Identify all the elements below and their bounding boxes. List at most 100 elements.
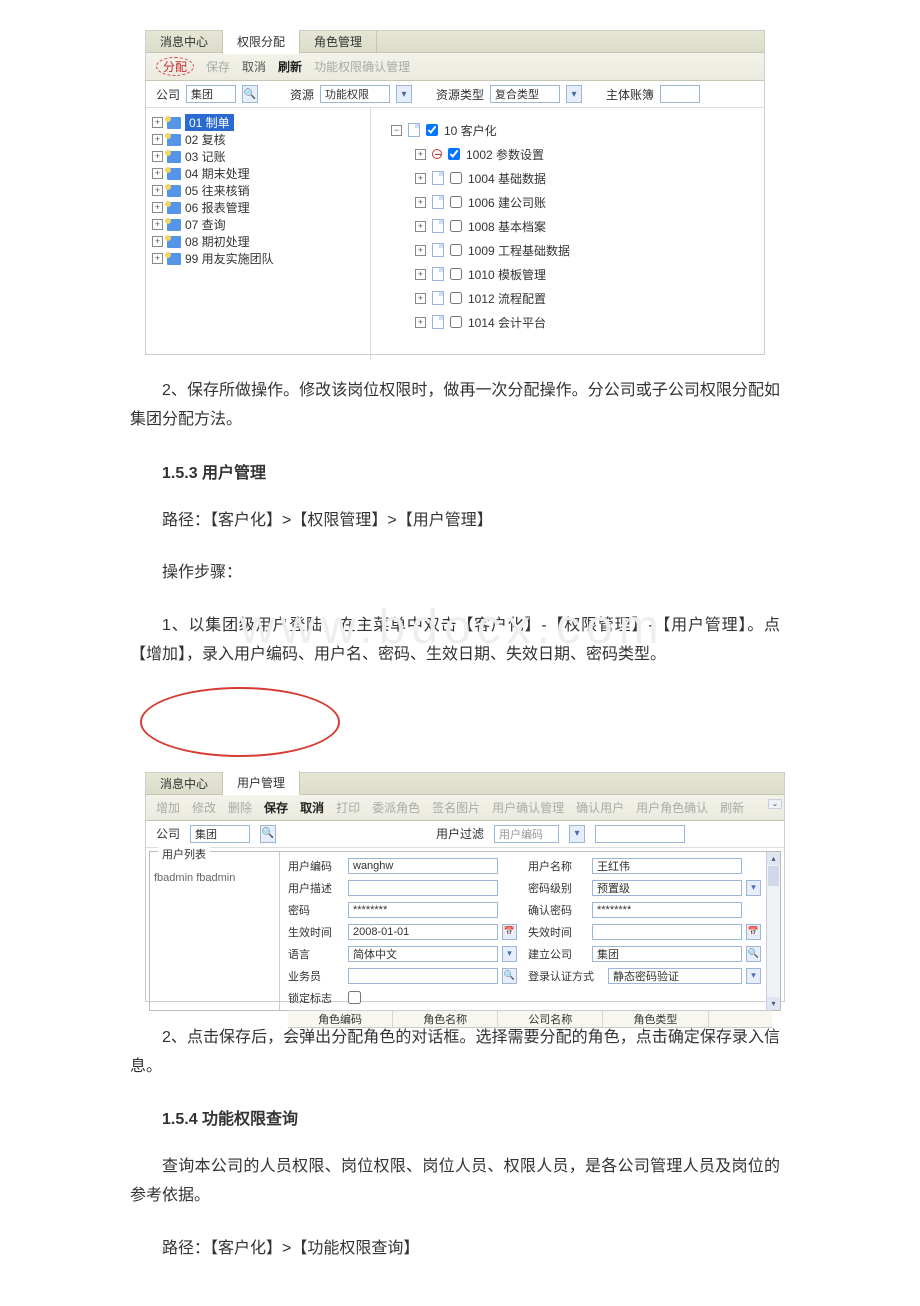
scrollbar[interactable]: ▴ ▾	[766, 852, 780, 1010]
tree-node[interactable]: +1004 基础数据	[415, 166, 744, 190]
company-input[interactable]: 集团	[190, 825, 250, 843]
node-checkbox[interactable]	[450, 196, 462, 208]
refresh-button[interactable]: 刷新	[278, 58, 302, 75]
expand-icon[interactable]: +	[415, 197, 426, 208]
expand-icon[interactable]: +	[152, 117, 163, 128]
search-icon[interactable]	[502, 968, 517, 984]
refresh-button[interactable]: 刷新	[720, 799, 744, 816]
tree-node[interactable]: +1009 工程基础数据	[415, 238, 744, 262]
expand-icon[interactable]: +	[152, 202, 163, 213]
lock-flag-checkbox[interactable]	[348, 991, 361, 1004]
node-checkbox[interactable]	[450, 172, 462, 184]
user-name-input[interactable]: 王红伟	[592, 858, 742, 874]
tree-node[interactable]: +1012 流程配置	[415, 286, 744, 310]
tree-node[interactable]: +06 报表管理	[152, 199, 364, 216]
node-checkbox[interactable]	[450, 220, 462, 232]
tab-role-mgmt[interactable]: 角色管理	[300, 30, 377, 53]
expand-icon[interactable]: +	[415, 293, 426, 304]
save-button[interactable]: 保存	[206, 58, 230, 75]
expire-time-input[interactable]	[592, 924, 742, 940]
assign-role-button[interactable]: 委派角色	[372, 799, 420, 816]
tree-node[interactable]: +1014 会计平台	[415, 310, 744, 334]
create-corp-input[interactable]: 集团	[592, 946, 742, 962]
expand-icon[interactable]: +	[152, 185, 163, 196]
calendar-icon[interactable]	[746, 924, 761, 940]
expand-icon[interactable]: +	[415, 149, 426, 160]
node-checkbox[interactable]	[426, 124, 438, 136]
chevron-down-icon[interactable]	[566, 85, 582, 103]
tab-user-mgmt[interactable]: 用户管理	[223, 771, 300, 795]
tree-node[interactable]: +1002 参数设置	[415, 142, 744, 166]
user-filter-select[interactable]: 用户编码	[494, 825, 559, 843]
tree-node[interactable]: +03 记账	[152, 148, 364, 165]
user-code-input[interactable]: wanghw	[348, 858, 498, 874]
tab-message-center[interactable]: 消息中心	[146, 30, 223, 53]
tree-node[interactable]: +04 期末处理	[152, 165, 364, 182]
user-confirm-mgr-button[interactable]: 用户确认管理	[492, 799, 564, 816]
print-button[interactable]: 打印	[336, 799, 360, 816]
sign-img-button[interactable]: 签名图片	[432, 799, 480, 816]
ledger-input[interactable]	[660, 85, 700, 103]
expand-icon[interactable]: +	[415, 269, 426, 280]
tree-node[interactable]: +1008 基本档案	[415, 214, 744, 238]
func-confirm-button[interactable]: 功能权限确认管理	[314, 58, 410, 75]
biz-person-input[interactable]	[348, 968, 498, 984]
expand-icon[interactable]: +	[152, 168, 163, 179]
password-input[interactable]: ********	[348, 902, 498, 918]
search-icon[interactable]: 🔍	[242, 85, 258, 103]
node-checkbox[interactable]	[450, 316, 462, 328]
resource-select[interactable]: 功能权限	[320, 85, 390, 103]
expand-icon[interactable]: +	[415, 317, 426, 328]
expand-icon[interactable]: +	[152, 134, 163, 145]
user-role-confirm-button[interactable]: 用户角色确认	[636, 799, 708, 816]
chevron-down-icon[interactable]	[396, 85, 412, 103]
list-item[interactable]: fbadmin fbadmin	[154, 872, 275, 884]
tree-node[interactable]: +01 制单	[152, 114, 364, 131]
delete-button[interactable]: 删除	[228, 799, 252, 816]
expand-icon[interactable]: +	[152, 219, 163, 230]
scroll-up-icon[interactable]: ▴	[767, 852, 780, 865]
expand-icon[interactable]: +	[152, 236, 163, 247]
effective-time-input[interactable]: 2008-01-01	[348, 924, 498, 940]
expand-icon[interactable]: +	[415, 221, 426, 232]
search-icon[interactable]: 🔍	[260, 825, 276, 843]
expand-icon[interactable]: +	[415, 245, 426, 256]
chevron-down-icon[interactable]	[746, 968, 761, 984]
cancel-button[interactable]: 取消	[242, 58, 266, 75]
node-checkbox[interactable]	[448, 148, 460, 160]
calendar-icon[interactable]	[502, 924, 517, 940]
tree-node[interactable]: +02 复核	[152, 131, 364, 148]
chevron-down-icon[interactable]	[746, 880, 761, 896]
tree-node[interactable]: +1006 建公司账	[415, 190, 744, 214]
tree-node[interactable]: +05 往来核销	[152, 182, 364, 199]
tab-message-center[interactable]: 消息中心	[146, 772, 223, 795]
user-filter-input[interactable]	[595, 825, 685, 843]
confirm-pwd-input[interactable]: ********	[592, 902, 742, 918]
pwd-level-select[interactable]: 预置级	[592, 880, 742, 896]
collapse-icon[interactable]: ⌄	[768, 799, 782, 809]
edit-button[interactable]: 修改	[192, 799, 216, 816]
chevron-down-icon[interactable]	[569, 825, 585, 843]
tree-node[interactable]: +07 查询	[152, 216, 364, 233]
expand-icon[interactable]: +	[152, 151, 163, 162]
chevron-down-icon[interactable]	[502, 946, 517, 962]
scroll-down-icon[interactable]: ▾	[767, 997, 780, 1010]
auth-method-select[interactable]: 静态密码验证	[608, 968, 742, 984]
node-checkbox[interactable]	[450, 244, 462, 256]
expand-icon[interactable]: +	[152, 253, 163, 264]
confirm-user-button[interactable]: 确认用户	[576, 799, 624, 816]
user-desc-input[interactable]	[348, 880, 498, 896]
node-checkbox[interactable]	[450, 268, 462, 280]
tree-node[interactable]: +1010 模板管理	[415, 262, 744, 286]
search-icon[interactable]	[746, 946, 761, 962]
tab-permission-alloc[interactable]: 权限分配	[223, 30, 300, 54]
save-button[interactable]: 保存	[264, 799, 288, 816]
company-input[interactable]: 集团	[186, 85, 236, 103]
resource-type-select[interactable]: 复合类型	[490, 85, 560, 103]
tree-node-root[interactable]: −10 客户化	[391, 118, 744, 142]
collapse-icon[interactable]: −	[391, 125, 402, 136]
distribute-button[interactable]: 分配	[156, 57, 194, 76]
expand-icon[interactable]: +	[415, 173, 426, 184]
tree-node[interactable]: +99 用友实施团队	[152, 250, 364, 267]
node-checkbox[interactable]	[450, 292, 462, 304]
